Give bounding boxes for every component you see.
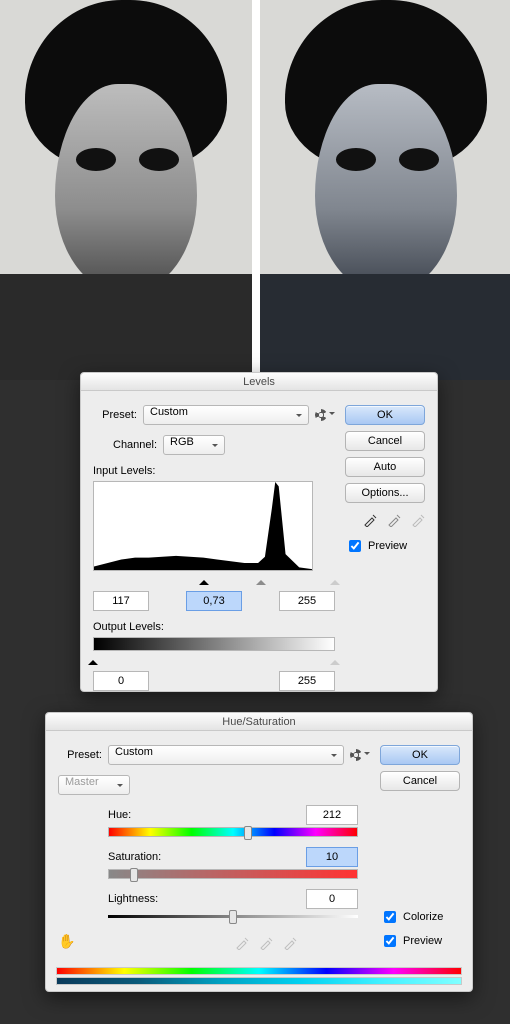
eyedropper-subtract-icon [283,936,297,950]
photo-after [260,0,510,380]
hs-ok-button[interactable]: OK [380,745,460,765]
histogram [93,481,313,571]
hue-slider[interactable] [108,827,358,837]
output-high-slider[interactable] [330,655,340,665]
hs-preset-label: Preset: [58,749,102,761]
hue-label: Hue: [108,809,131,821]
preset-menu-button[interactable] [315,409,335,421]
shadow-slider[interactable] [199,575,209,585]
hs-preset-select[interactable]: Custom [108,745,344,765]
options-button[interactable]: Options... [345,483,425,503]
saturation-slider[interactable] [108,869,358,879]
levels-dialog: Levels Preset: Custom Channel: RGB Input… [80,372,438,692]
highlights-input[interactable]: 255 [279,591,335,611]
eyedropper-white-icon[interactable] [411,513,425,527]
source-ramp [56,967,462,975]
input-levels-label: Input Levels: [93,465,335,477]
eyedropper-gray-icon[interactable] [387,513,401,527]
output-sliders[interactable] [93,653,335,665]
saturation-label: Saturation: [108,851,161,863]
output-levels-label: Output Levels: [93,621,335,633]
lightness-thumb[interactable] [229,910,237,924]
hue-thumb[interactable] [244,826,252,840]
huesat-dialog: Hue/Saturation Preset: Custom Master [45,712,473,992]
hs-preview-checkbox[interactable]: Preview [380,932,460,950]
eyedropper-black-icon[interactable] [363,513,377,527]
hand-icon[interactable] [58,933,75,950]
chevron-down-icon [364,752,370,758]
midtones-input[interactable]: 0,73 [186,591,242,611]
lightness-label: Lightness: [108,893,158,905]
eyedropper-add-icon [259,936,273,950]
huesat-title: Hue/Saturation [46,713,472,731]
colorize-checkbox[interactable]: Colorize [380,908,460,926]
gear-icon [350,749,362,761]
levels-title: Levels [81,373,437,391]
shadows-input[interactable]: 117 [93,591,149,611]
preset-label: Preset: [93,409,137,421]
channel-select[interactable]: RGB [163,435,225,455]
midtone-slider[interactable] [256,575,266,585]
cancel-button[interactable]: Cancel [345,431,425,451]
hs-cancel-button[interactable]: Cancel [380,771,460,791]
eyedropper-icon [235,936,249,950]
lightness-slider[interactable] [108,915,358,918]
output-low-slider[interactable] [88,655,98,665]
output-low-input[interactable]: 0 [93,671,149,691]
color-ramps [56,967,462,985]
input-sliders[interactable] [93,573,335,585]
output-high-input[interactable]: 255 [279,671,335,691]
preview-checkbox[interactable]: Preview [345,537,425,555]
saturation-thumb[interactable] [130,868,138,882]
highlight-slider[interactable] [330,575,340,585]
saturation-input[interactable]: 10 [306,847,358,867]
hue-input[interactable]: 212 [306,805,358,825]
chevron-down-icon [329,412,335,418]
output-gradient[interactable] [93,637,335,651]
preset-select[interactable]: Custom [143,405,309,425]
channel-label: Channel: [113,439,157,451]
gear-icon [315,409,327,421]
photo-before [0,0,252,380]
result-ramp [56,977,462,985]
hs-preset-menu-button[interactable] [350,749,370,761]
scope-select: Master [58,775,130,795]
ok-button[interactable]: OK [345,405,425,425]
lightness-input[interactable]: 0 [306,889,358,909]
auto-button[interactable]: Auto [345,457,425,477]
comparison-images [0,0,510,380]
